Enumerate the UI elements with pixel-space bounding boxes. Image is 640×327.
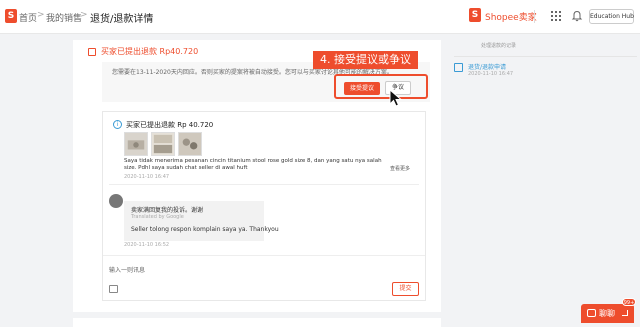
- reply-time: 2020-11-10 16:52: [124, 242, 170, 248]
- bell-icon[interactable]: [571, 10, 583, 22]
- timeline-document-icon: [454, 63, 463, 72]
- divider: [109, 184, 419, 185]
- breadcrumb-separator: >: [37, 10, 45, 20]
- brand-label: Shopee卖家: [485, 13, 537, 23]
- next-card: [73, 318, 441, 327]
- submit-button[interactable]: 提交: [392, 282, 419, 296]
- accept-proposal-button[interactable]: 接受提议: [344, 82, 380, 95]
- chat-label: 聊聊: [599, 309, 615, 318]
- info-icon: i: [113, 120, 122, 129]
- shopee-seller-logo-icon: S: [469, 8, 481, 22]
- refund-header: 买家已提出退款 Rp40.720: [101, 47, 199, 56]
- translated-by-google: Translated by Google: [131, 214, 184, 220]
- thread-title: 买家已提出退款 Rp 40.720: [126, 121, 214, 129]
- divider: [454, 56, 637, 57]
- reply-bubble: 卖家满回复我的投诉。谢谢 Translated by Google Seller…: [124, 201, 279, 241]
- reply-text-original: Seller tolong respon komplain saya ya. T…: [131, 226, 279, 233]
- image-upload-icon[interactable]: [109, 285, 118, 293]
- document-icon: [88, 48, 96, 56]
- conversation-thread: i 买家已提出退款 Rp 40.720 Saya tidak menerima …: [102, 111, 426, 301]
- shopee-logo-icon[interactable]: S: [5, 9, 17, 23]
- see-more-link[interactable]: 查看更多: [390, 165, 410, 172]
- tutorial-callout: 4. 接受提议或争议: [313, 51, 418, 69]
- mouse-cursor-icon: [389, 89, 403, 107]
- top-bar: S 首页 > 我的销售 > 退货/退款详情 S Shopee卖家 Educati…: [0, 0, 640, 34]
- timeline-item-label[interactable]: 退货/退款申请: [468, 62, 506, 71]
- unread-badge: 99+: [622, 298, 636, 306]
- reply-text-translated: 卖家满回复我的投诉。谢谢: [131, 207, 204, 214]
- page-title: 退货/退款详情: [90, 14, 154, 25]
- divider: [103, 255, 425, 256]
- sidebar-title: 处理退款的记录: [481, 43, 517, 49]
- message-input[interactable]: 输入一则讯息: [109, 265, 145, 274]
- timeline-item-time: 2020-11-10 16:47: [468, 71, 514, 77]
- buyer-message-time: 2020-11-10 16:47: [124, 174, 170, 180]
- evidence-photo[interactable]: [178, 132, 202, 156]
- expand-icon: [622, 310, 628, 316]
- evidence-photo[interactable]: [124, 132, 148, 156]
- education-hub-button[interactable]: Education Hub: [589, 9, 634, 24]
- avatar: [109, 194, 123, 208]
- breadcrumb-my-sales[interactable]: 我的销售: [46, 11, 82, 24]
- divider: [534, 10, 535, 23]
- buyer-message: Saya tidak menerima pesanan cincin titan…: [124, 158, 382, 171]
- chat-bubble-icon: [587, 309, 596, 317]
- evidence-photo[interactable]: [151, 132, 175, 156]
- breadcrumb-home[interactable]: 首页: [19, 11, 37, 24]
- breadcrumb-separator: >: [80, 10, 88, 20]
- apps-grid-icon[interactable]: [550, 10, 562, 22]
